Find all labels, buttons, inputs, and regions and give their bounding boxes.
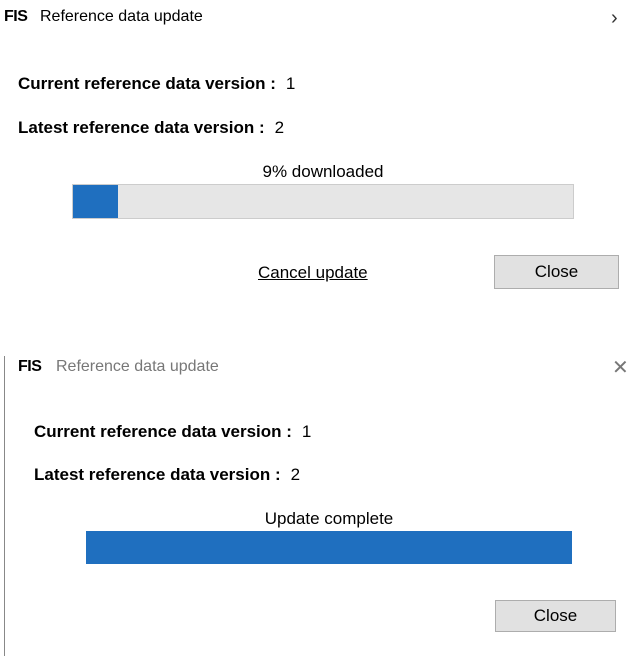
fis-logo: FIS: [4, 8, 28, 25]
progress-fill: [87, 532, 571, 563]
current-version-row: Current reference data version : 1: [34, 422, 311, 442]
title-bar: FIS Reference data update ✕: [0, 348, 631, 384]
cancel-update-link[interactable]: Cancel update: [258, 263, 368, 283]
reference-update-dialog-complete: FIS Reference data update ✕ Current refe…: [0, 348, 631, 657]
current-version-label: Current reference data version :: [34, 422, 292, 441]
latest-version-label: Latest reference data version :: [18, 118, 265, 137]
progress-caption: Update complete: [264, 509, 394, 528]
close-button[interactable]: Close: [495, 600, 616, 632]
progress-bar: [72, 184, 574, 219]
latest-version-value: 2: [290, 465, 301, 484]
window-title: Reference data update: [40, 8, 203, 25]
current-version-row: Current reference data version : 1: [18, 74, 295, 94]
latest-version-value: 2: [274, 118, 285, 137]
close-button[interactable]: Close: [494, 255, 619, 289]
current-version-value: 1: [301, 422, 312, 441]
progress-caption: 9% downloaded: [262, 162, 384, 181]
window-title: Reference data update: [56, 358, 219, 375]
progress-fill: [73, 185, 118, 218]
current-version-label: Current reference data version :: [18, 74, 276, 93]
chevron-right-icon[interactable]: ›: [611, 8, 618, 28]
fis-logo: FIS: [18, 358, 42, 375]
window-edge: [4, 356, 5, 656]
latest-version-row: Latest reference data version : 2: [18, 118, 284, 138]
latest-version-row: Latest reference data version : 2: [34, 465, 300, 485]
reference-update-dialog-in-progress: FIS Reference data update › Current refe…: [0, 0, 631, 310]
latest-version-label: Latest reference data version :: [34, 465, 281, 484]
title-bar: FIS Reference data update ›: [0, 0, 631, 36]
close-icon[interactable]: ✕: [612, 358, 629, 378]
progress-bar: [86, 531, 572, 564]
current-version-value: 1: [285, 74, 296, 93]
